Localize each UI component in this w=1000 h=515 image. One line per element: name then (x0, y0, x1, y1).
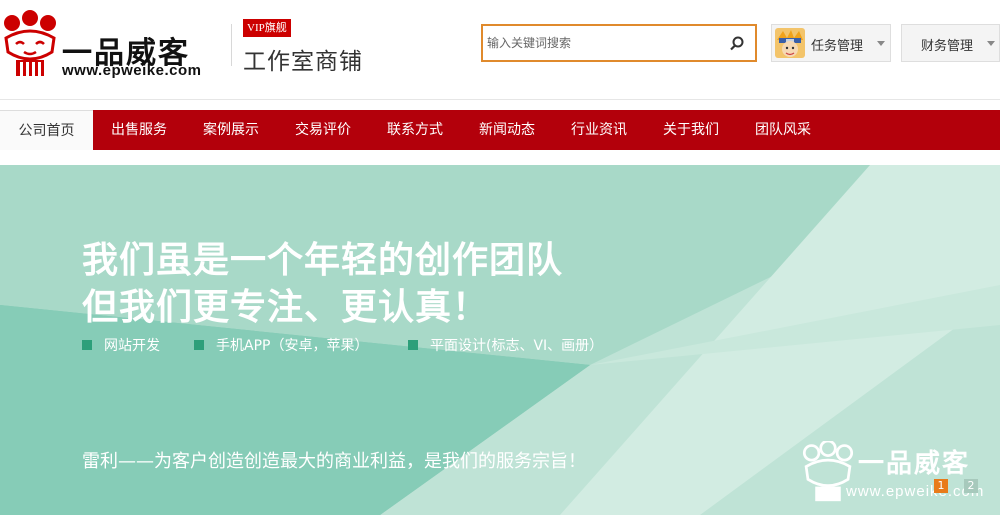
nav-item-news[interactable]: 新闻动态 (461, 110, 553, 150)
slide-dot-1[interactable]: 1 (934, 479, 948, 493)
search-input[interactable] (487, 32, 717, 54)
bullet-square-icon (82, 340, 92, 350)
site-logo[interactable]: 一品威客 www.epweike.com (0, 10, 215, 80)
slogan-text: 为客户创造创造最大的商业利益，是我们的服务宗旨！ (154, 451, 586, 472)
search-icon[interactable] (727, 34, 747, 54)
task-management-label: 任务管理 (811, 39, 864, 54)
feature-item: 平面设计(标志、VI、画册） (408, 335, 603, 355)
feature-item: 手机APP（安卓，苹果） (194, 335, 368, 355)
nav-item-home[interactable]: 公司首页 (0, 110, 93, 150)
shop-name: 工作室商铺 (243, 49, 363, 75)
vip-badge: VIP旗舰 (243, 19, 291, 37)
chevron-down-icon (987, 41, 995, 46)
banner-slogan: 雷利——为客户创造创造最大的商业利益，是我们的服务宗旨！ (82, 447, 586, 473)
logo-mascot-icon (4, 10, 56, 76)
bullet-square-icon (408, 340, 418, 350)
nav-item-reviews[interactable]: 交易评价 (277, 110, 369, 150)
nav-item-team[interactable]: 团队风采 (737, 110, 829, 150)
slide-dot-2[interactable]: 2 (964, 479, 978, 493)
hero-banner[interactable]: 我们虽是一个年轻的创作团队 但我们更专注、更认真！ 网站开发 手机APP（安卓，… (0, 165, 1000, 515)
main-nav: 公司首页 出售服务 案例展示 交易评价 联系方式 新闻动态 行业资讯 关于我们 … (0, 110, 1000, 150)
feature-item: 网站开发 (82, 335, 160, 355)
header-divider (231, 24, 232, 66)
banner-headline-2: 但我们更专注、更认真！ (82, 287, 490, 328)
nav-item-contact[interactable]: 联系方式 (369, 110, 461, 150)
search-box (481, 24, 757, 62)
banner-headline-1: 我们虽是一个年轻的创作团队 (82, 240, 564, 281)
site-header: 一品威客 www.epweike.com VIP旗舰 工作室商铺 任务管理 (0, 0, 1000, 100)
nav-item-about[interactable]: 关于我们 (645, 110, 737, 150)
chevron-down-icon (877, 41, 885, 46)
nav-item-services[interactable]: 出售服务 (93, 110, 185, 150)
watermark-text: 一品威客 (858, 449, 971, 479)
slogan-prefix: 雷利—— (82, 451, 154, 472)
logo-url: www.epweike.com (62, 62, 202, 79)
bullet-square-icon (194, 340, 204, 350)
finance-management-label: 财务管理 (921, 39, 974, 54)
task-management-dropdown[interactable]: 任务管理 (771, 24, 891, 62)
nav-item-industry[interactable]: 行业资讯 (553, 110, 645, 150)
finance-management-dropdown[interactable]: 财务管理 (901, 24, 1000, 62)
nav-item-cases[interactable]: 案例展示 (185, 110, 277, 150)
user-avatar[interactable] (775, 28, 805, 58)
watermark-logo: 一品威客 www.epweike.com (800, 441, 995, 505)
